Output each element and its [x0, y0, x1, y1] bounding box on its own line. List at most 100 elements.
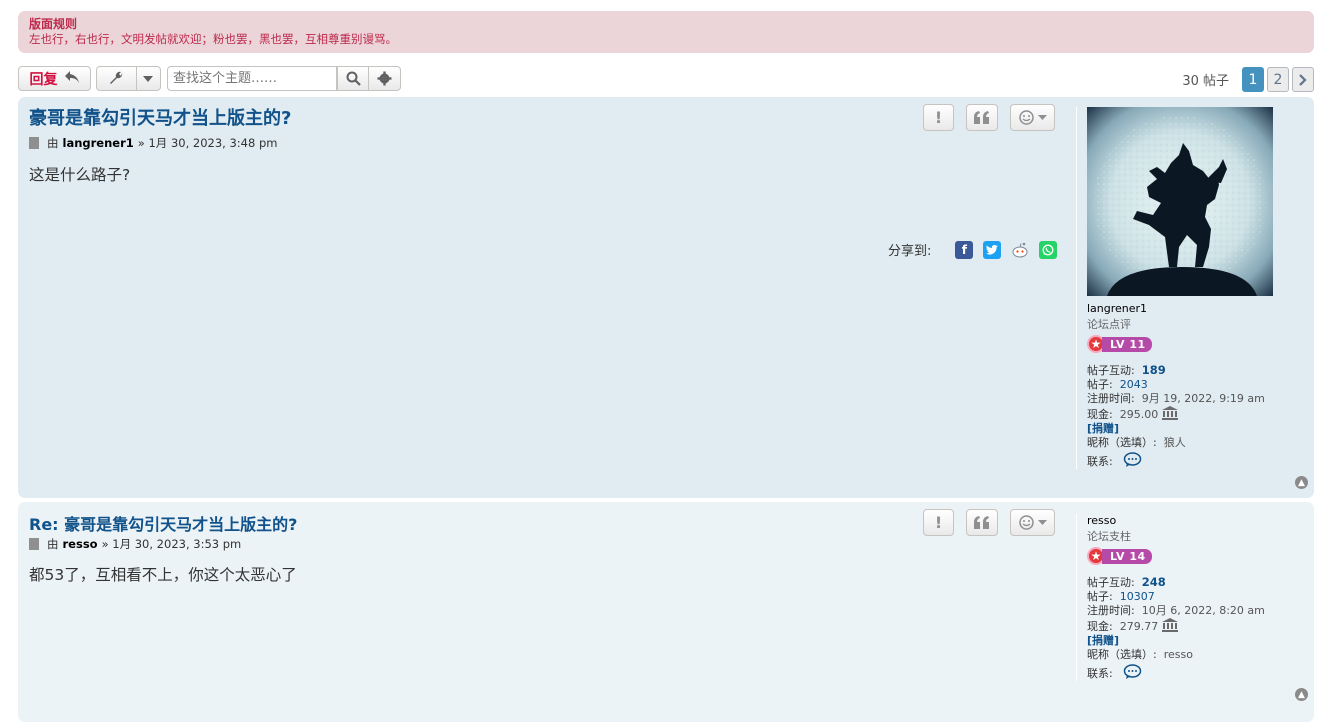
joined-value: 9月 19, 2022, 9:19 am: [1141, 392, 1265, 405]
donate-link[interactable]: [捐赠]: [1087, 634, 1119, 647]
interact-label: 帖子互动:: [1087, 576, 1135, 589]
post-title[interactable]: Re: 豪哥是靠勾引天马才当上版主的?: [29, 511, 297, 535]
avatar[interactable]: [1087, 107, 1273, 296]
nickname-value: 狼人: [1163, 436, 1186, 449]
profile-joined: 注册时间: 10月 6, 2022, 8:20 am: [1087, 604, 1307, 618]
profile-username[interactable]: langrener1: [1087, 302, 1307, 315]
nickname-label: 昵称（选填）:: [1087, 648, 1157, 661]
post-content: 这是什么路子?: [29, 166, 131, 184]
twitter-icon[interactable]: [983, 240, 1002, 259]
post-document-icon: [29, 538, 39, 550]
profile-donate: [捐赠]: [1087, 422, 1307, 436]
search-button[interactable]: [337, 66, 369, 91]
cash-label: 现金:: [1087, 408, 1113, 421]
posts-label: 帖子:: [1087, 590, 1113, 603]
interact-value[interactable]: 248: [1142, 575, 1166, 589]
smiley-icon: [1018, 515, 1034, 530]
post-author[interactable]: langrener1: [63, 136, 134, 150]
topic-search: [167, 66, 401, 91]
topic-tools-dropdown[interactable]: [96, 66, 161, 91]
profile-posts: 帖子: 10307: [1087, 590, 1307, 604]
level-text: LV 11: [1102, 336, 1152, 352]
report-button[interactable]: !: [923, 509, 954, 536]
post-count: 30 帖子: [1182, 74, 1229, 89]
profile-nickname: 昵称（选填）: 狼人: [1087, 436, 1307, 450]
post-profile: langrener1 论坛点评 ★ LV 11 帖子互动: 189 帖子: 20…: [1076, 107, 1307, 469]
advanced-search-button[interactable]: [368, 66, 401, 91]
profile-posts: 帖子: 2043: [1087, 378, 1307, 392]
quote-icon: [974, 516, 989, 529]
profile-rank: 论坛支柱: [1087, 530, 1131, 543]
wrench-icon: [97, 67, 137, 90]
post-meta: 由 langrener1 » 1月 30, 2023, 3:48 pm: [29, 135, 277, 151]
gear-icon: [377, 71, 392, 86]
whatsapp-icon[interactable]: [1039, 240, 1058, 259]
interact-value[interactable]: 189: [1142, 363, 1166, 377]
exclamation-icon: !: [934, 513, 943, 532]
forum-rules: 版面规则 左也行，右也行，文明发帖就欢迎；粉也罢，黑也罢，互相尊重别谩骂。: [18, 11, 1314, 53]
post-item: 豪哥是靠勾引天马才当上版主的? 由 langrener1 » 1月 30, 20…: [18, 97, 1314, 498]
nickname-value: resso: [1163, 648, 1193, 661]
reddit-icon[interactable]: [1011, 240, 1030, 259]
cash-value: 279.77: [1119, 620, 1159, 633]
post-author[interactable]: resso: [63, 537, 98, 551]
speech-bubble-icon[interactable]: [1123, 664, 1142, 680]
profile-joined: 注册时间: 9月 19, 2022, 9:19 am: [1087, 392, 1307, 406]
reply-button[interactable]: 回复: [18, 66, 91, 91]
pagination: 30 帖子 1 2: [1182, 66, 1314, 93]
quote-button[interactable]: [966, 104, 998, 131]
profile-cash: 现金: 279.77: [1087, 618, 1307, 634]
rules-text: 左也行，右也行，文明发帖就欢迎；粉也罢，黑也罢，互相尊重别谩骂。: [29, 32, 397, 46]
reply-label: 回复: [29, 71, 58, 88]
profile-interactions: 帖子互动: 189: [1087, 363, 1307, 378]
interact-label: 帖子互动:: [1087, 364, 1135, 377]
chevron-down-icon: [1037, 520, 1047, 525]
level-badge: ★ LV 11: [1087, 335, 1307, 353]
chevron-right-icon: [1299, 73, 1307, 86]
post-date: 1月 30, 2023, 3:53 pm: [112, 537, 242, 551]
posts-label: 帖子:: [1087, 378, 1113, 391]
joined-value: 10月 6, 2022, 8:20 am: [1141, 604, 1265, 617]
reply-arrow-icon: [64, 70, 80, 88]
smiley-icon: [1018, 110, 1034, 125]
facebook-icon[interactable]: f: [955, 240, 974, 259]
post-title[interactable]: 豪哥是靠勾引天马才当上版主的?: [29, 104, 291, 130]
joined-label: 注册时间:: [1087, 392, 1135, 405]
report-button[interactable]: !: [923, 104, 954, 131]
page-1-button[interactable]: 1: [1242, 67, 1264, 92]
joined-label: 注册时间:: [1087, 604, 1135, 617]
post-document-icon: [29, 137, 39, 149]
cash-label: 现金:: [1087, 620, 1113, 633]
reaction-button[interactable]: [1010, 104, 1055, 131]
back-to-top-icon[interactable]: ▲: [1295, 688, 1308, 701]
quote-icon: [974, 111, 989, 124]
reaction-button[interactable]: [1010, 509, 1055, 536]
profile-donate: [捐赠]: [1087, 634, 1307, 648]
profile-username[interactable]: resso: [1087, 514, 1307, 527]
level-text: LV 14: [1102, 548, 1152, 564]
by-label: 由: [47, 136, 59, 150]
posts-value[interactable]: 2043: [1120, 378, 1148, 391]
cash-value: 295.00: [1119, 408, 1159, 421]
next-page-button[interactable]: [1292, 67, 1314, 92]
post-content: 都53了，互相看不上，你这个太恶心了: [29, 566, 297, 584]
search-input[interactable]: [167, 66, 337, 91]
speech-bubble-icon[interactable]: [1123, 452, 1142, 468]
level-badge: ★ LV 14: [1087, 547, 1307, 565]
chevron-down-icon: [137, 67, 160, 90]
profile-contact: 联系:: [1087, 664, 1307, 681]
page-2-button[interactable]: 2: [1267, 67, 1289, 92]
rules-title: 版面规则: [29, 17, 78, 31]
post-profile: resso 论坛支柱 ★ LV 14 帖子互动: 248 帖子: 10307 注…: [1076, 514, 1307, 681]
quote-button[interactable]: [966, 509, 998, 536]
back-to-top-icon[interactable]: ▲: [1295, 476, 1308, 489]
share-bar: 分享到: f: [888, 240, 1058, 259]
exclamation-icon: !: [934, 108, 943, 127]
chevron-down-icon: [1037, 115, 1047, 120]
posts-value[interactable]: 10307: [1120, 590, 1155, 603]
donate-link[interactable]: [捐赠]: [1087, 422, 1119, 435]
meta-separator: »: [101, 537, 109, 551]
profile-contact: 联系:: [1087, 452, 1307, 469]
contact-label: 联系:: [1087, 667, 1113, 680]
post-meta: 由 resso » 1月 30, 2023, 3:53 pm: [29, 536, 241, 552]
